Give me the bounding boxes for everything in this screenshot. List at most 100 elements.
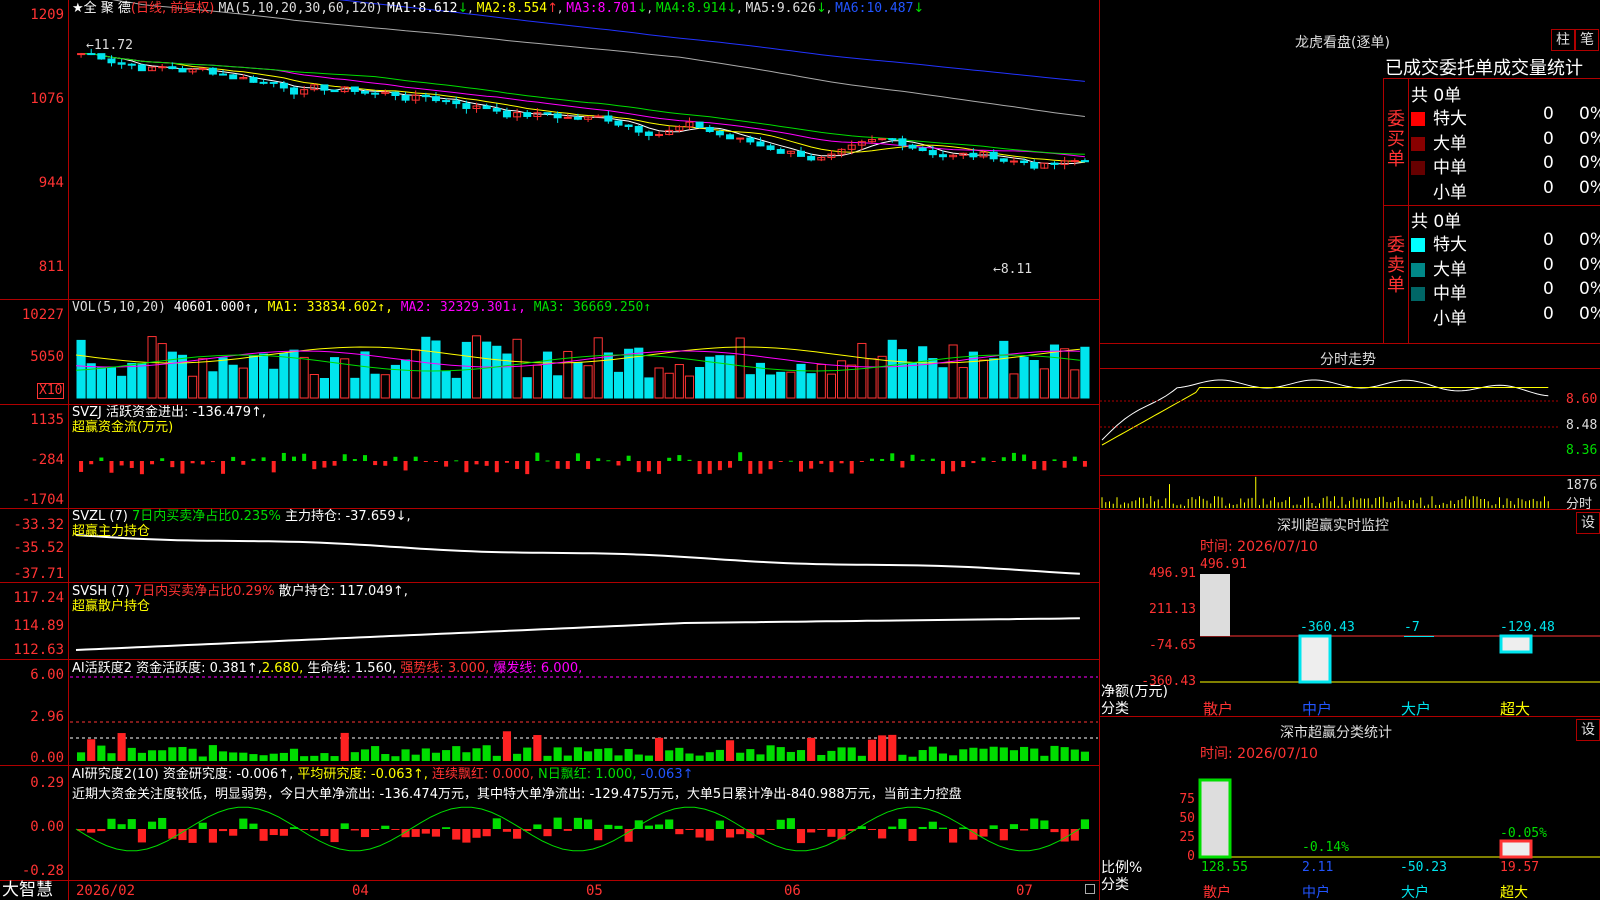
volume-bar: [188, 375, 198, 399]
order-count: 0: [1543, 104, 1554, 124]
classification-title: 深市超赢分类统计: [1280, 725, 1392, 741]
candle: [442, 100, 451, 103]
monitor-time: 时间: 2026/07/10: [1200, 539, 1318, 555]
research-bar: [624, 829, 633, 842]
candle: [401, 94, 410, 101]
flow-bar: [160, 458, 165, 461]
flow-bar: [444, 461, 449, 467]
svzj-ytick: 1135: [30, 412, 64, 428]
buy-orders-label: 委买单: [1387, 109, 1405, 170]
research-bar: [918, 826, 927, 829]
lock-icon[interactable]: [1085, 884, 1095, 894]
activity-bar: [330, 756, 339, 761]
main-holding-line: [75, 534, 1080, 575]
flow-bar: [758, 461, 763, 474]
activity-bar: [715, 749, 724, 761]
research-bar: [482, 829, 491, 837]
app-brand-logo[interactable]: 大智慧: [2, 881, 53, 900]
volume-bar: [877, 355, 887, 399]
volume-bar: [1009, 373, 1019, 399]
flow-bar: [383, 461, 388, 466]
activity-bar: [127, 747, 136, 761]
monitor-ytick: 211.13: [1149, 602, 1196, 617]
flow-bar: [251, 458, 256, 461]
flow-bar: [930, 458, 935, 461]
sell-rows: 特大 0 0% 大单 0 0% 中单 0 0% 小单 0 0%: [1411, 230, 1600, 329]
activity-bar: [340, 732, 349, 761]
flow-bar: [139, 461, 144, 475]
activity-bar: [979, 748, 988, 761]
order-size-label: 中单: [1433, 158, 1467, 178]
activity-bar: [614, 755, 623, 761]
activity-bar: [158, 750, 167, 761]
divider: [0, 659, 1099, 660]
chart-mode[interactable]: (日线, 前复权): [131, 1, 214, 16]
flow-bar: [646, 461, 651, 472]
flow-bar: [413, 456, 418, 461]
candle: [482, 105, 491, 110]
flow-bar: [484, 461, 489, 466]
activity-bar: [77, 752, 86, 761]
divider: [1100, 509, 1600, 510]
svzj-ytick: -284: [30, 452, 64, 468]
ai2-ytick: 0.00: [30, 819, 64, 835]
volume-bar: [147, 336, 157, 399]
divider: [1408, 78, 1409, 343]
svzj-ytick: -1704: [21, 492, 64, 508]
research-bar: [411, 829, 420, 837]
order-count: 0: [1543, 153, 1554, 173]
volume-bar: [522, 377, 532, 399]
monitor-settings-button[interactable]: 设: [1576, 512, 1600, 534]
ai2-news-ticker: 近期大资金关注度较低，明显弱势，今日大单净流出: -136.474万元，其中特大…: [72, 787, 962, 802]
activity-bar: [411, 754, 420, 761]
svzl-header: SVZL (7) 7日内买卖净占比0.235% 主力持仓: -37.659↓,: [72, 509, 411, 524]
classification-settings-button[interactable]: 设: [1576, 719, 1600, 741]
activity-bar: [523, 747, 532, 761]
stock-name: 全 聚 德: [83, 1, 131, 16]
research-bar: [614, 825, 623, 829]
flow-bar: [687, 459, 692, 461]
candle: [360, 90, 369, 94]
candle: [137, 64, 146, 72]
activity-bar: [989, 746, 998, 761]
candle: [1020, 160, 1029, 164]
favorite-star-icon[interactable]: ★: [72, 1, 84, 16]
flow-bar: [778, 461, 783, 462]
volume-bar: [259, 353, 269, 399]
flow-bar: [1001, 457, 1006, 461]
research-bar: [249, 823, 258, 829]
candle: [756, 141, 765, 147]
volume-bar: [299, 356, 309, 399]
bar-view-button[interactable]: 柱: [1551, 29, 1575, 51]
candle: [715, 130, 724, 136]
flow-bar: [657, 461, 662, 474]
flow-bar: [190, 461, 195, 464]
activity-bar: [1070, 749, 1079, 761]
flow-bar: [423, 461, 428, 462]
volume-bar: [309, 374, 319, 399]
flow-bar: [1011, 452, 1016, 461]
volume-bar: [989, 358, 999, 399]
retail-holding-line: [75, 617, 1080, 651]
flow-bar: [667, 457, 672, 461]
research-bar: [685, 829, 694, 830]
vol-unit-badge[interactable]: X10: [37, 383, 65, 399]
buy-row: 小单 0 0%: [1411, 178, 1600, 203]
tick-view-button[interactable]: 笔: [1575, 29, 1599, 51]
research-bar: [340, 823, 349, 829]
volume-bar: [248, 355, 259, 399]
classification-value: 128.55: [1201, 860, 1248, 875]
candle: [726, 134, 735, 140]
activity-bar: [513, 753, 522, 761]
research-bar: [1030, 818, 1039, 829]
flow-bar: [890, 453, 895, 461]
kline-ytick: 944: [38, 175, 64, 191]
flow-bar: [1082, 461, 1087, 467]
research-bar: [705, 829, 714, 841]
classification-xlabel: 分类: [1101, 877, 1129, 893]
activity-bar: [1040, 755, 1049, 761]
flow-bar: [454, 460, 459, 462]
activity-bar: [381, 754, 390, 761]
volume-bar: [1019, 356, 1029, 399]
sell-row: 中单 0 0%: [1411, 279, 1600, 304]
